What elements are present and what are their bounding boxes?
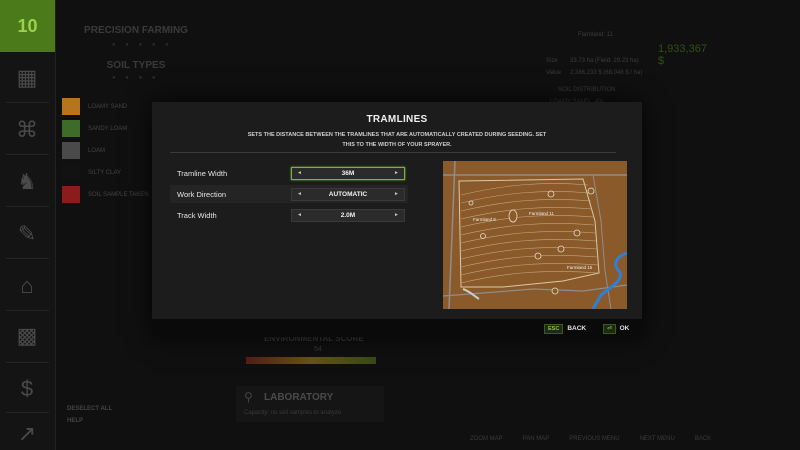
farmland-label: Farmland 9	[473, 217, 496, 222]
arrow-right-icon[interactable]: ►	[394, 191, 399, 197]
option-track-width[interactable]: Track Width ◄ 2.0M ►	[170, 206, 408, 224]
map-svg: Farmland 9 Farmland 11 Farmland 15	[442, 160, 628, 310]
farmland-label: Farmland 15	[567, 265, 593, 270]
laboratory-panel: ⚲ LABORATORY Capacity: no soil samples t…	[236, 386, 384, 422]
arrow-left-icon[interactable]: ◄	[297, 170, 302, 176]
farmland-label: Farmland 11	[529, 211, 554, 216]
option-label: Track Width	[177, 210, 217, 220]
farmland-price: 1,933,367 $	[658, 43, 707, 67]
panel-title: PRECISION FARMING	[84, 25, 188, 36]
option-label: Tramline Width	[177, 168, 228, 178]
dialog-title: TRAMLINES	[366, 114, 428, 125]
soil-swatch	[62, 120, 80, 137]
dialog-description: SETS THE DISTANCE BETWEEN THE TRAMLINES …	[247, 132, 547, 148]
dialog-footer: ESC BACK ⏎ OK	[152, 319, 642, 337]
map-icon[interactable]: ⌘	[12, 116, 42, 144]
option-value: AUTOMATIC	[328, 190, 368, 198]
animals-icon[interactable]: ♞	[12, 168, 42, 196]
track-width-selector[interactable]: ◄ 2.0M ►	[291, 208, 405, 222]
input-hints-bar: ZOOM MAP PAN MAP PREVIOUS MENU NEXT MENU…	[470, 436, 712, 442]
soil-swatch	[62, 98, 80, 115]
statistics-icon[interactable]: ↗	[12, 420, 42, 448]
option-work-direction[interactable]: Work Direction ◄ AUTOMATIC ►	[170, 185, 408, 203]
tramline-width-selector[interactable]: ◄ 36M ►	[291, 166, 405, 180]
soil-swatch	[62, 164, 80, 181]
farmland-title: Farmland: 11	[578, 32, 613, 38]
option-tramline-width[interactable]: Tramline Width ◄ 36M ►	[170, 164, 408, 182]
arrow-left-icon[interactable]: ◄	[297, 191, 302, 197]
fields-grid-icon[interactable]: ▩	[12, 322, 42, 350]
sidebar: 10 ▦ ⌘ ♞ ✎ ⌂ ▩ $ ↗	[0, 0, 56, 450]
option-value: 36M	[341, 169, 355, 177]
arrow-left-icon[interactable]: ◄	[297, 212, 302, 218]
production-icon[interactable]: ⌂	[12, 272, 42, 300]
enter-key-icon: ⏎	[603, 323, 616, 334]
environment-score-bar	[246, 357, 376, 364]
soil-swatch	[62, 186, 80, 203]
arrow-right-icon[interactable]: ►	[394, 170, 399, 176]
calendar-icon[interactable]: ▦	[12, 64, 42, 92]
game-logo: 10	[0, 0, 55, 52]
divider	[170, 152, 616, 153]
tramlines-dialog: TRAMLINES SETS THE DISTANCE BETWEEN THE …	[152, 102, 642, 337]
ok-button[interactable]: ⏎ OK	[603, 323, 629, 334]
lightbulb-icon: ⚲	[244, 390, 253, 404]
arrow-right-icon[interactable]: ►	[394, 212, 399, 218]
back-button[interactable]: ESC BACK	[544, 323, 586, 334]
option-value: 2.0M	[340, 211, 356, 219]
soil-swatch	[62, 142, 80, 159]
contracts-icon[interactable]: ✎	[12, 220, 42, 248]
esc-key-icon: ESC	[544, 323, 564, 334]
finance-icon[interactable]: $	[12, 375, 42, 403]
help-link[interactable]: HELP	[67, 418, 83, 424]
tramline-preview-map: Farmland 9 Farmland 11 Farmland 15	[442, 160, 628, 310]
panel-subtitle: SOIL TYPES	[106, 60, 166, 71]
work-direction-selector[interactable]: ◄ AUTOMATIC ►	[291, 187, 405, 201]
deselect-all-link[interactable]: DESELECT ALL	[67, 406, 112, 412]
option-label: Work Direction	[177, 189, 227, 199]
